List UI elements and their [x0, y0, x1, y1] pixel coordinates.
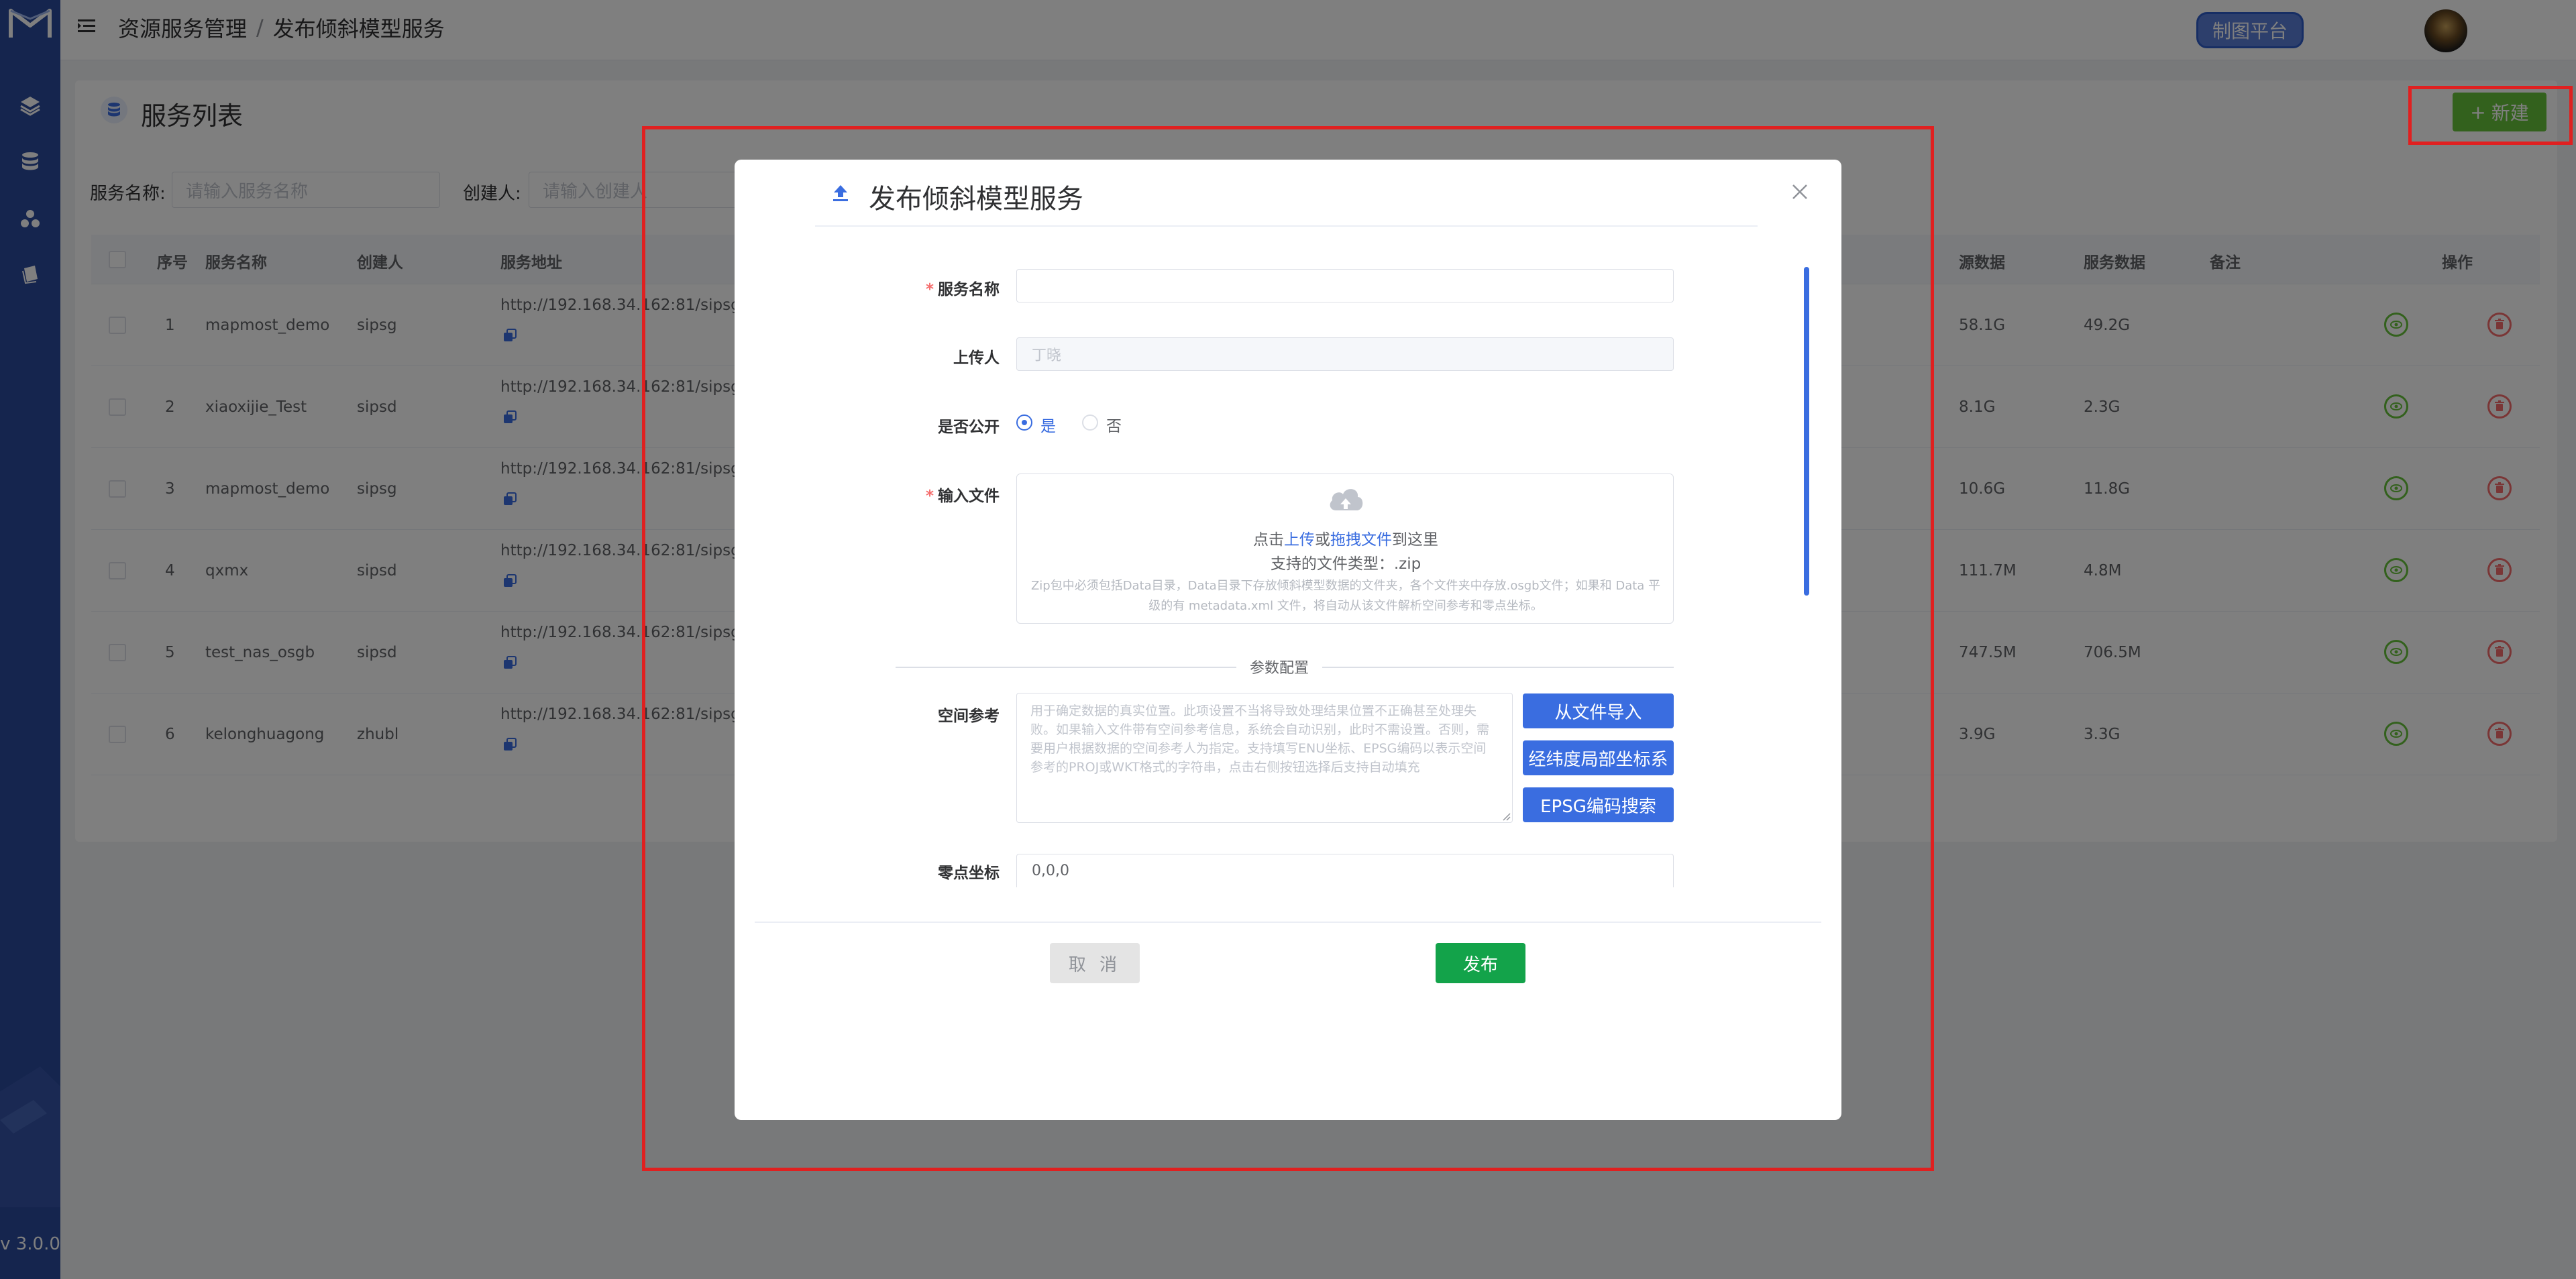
- params-divider-label: 参数配置: [1236, 656, 1323, 677]
- public-label: 是否公开: [938, 419, 1000, 436]
- uploader-label: 上传人: [953, 349, 1000, 367]
- footer-divider: [755, 922, 1821, 923]
- service-name-input[interactable]: [1016, 269, 1674, 302]
- spatial-ref-label: 空间参考: [938, 708, 1000, 725]
- epsg-search-button[interactable]: EPSG编码搜索: [1523, 787, 1674, 822]
- spatial-ref-placeholder: 用于确定数据的真实位置。此项设置不当将导致处理结果位置不正确甚至处理失败。如果输…: [1030, 704, 1490, 775]
- upload-hint: Zip包中必须包括Data目录，Data目录下存放倾斜模型数据的文件夹，各个文件…: [1030, 579, 1661, 613]
- publish-model-dialog: 发布倾斜模型服务 * 服务名称 上传人 丁晓 是否公开 是 否 * 输入文件 点击上…: [735, 160, 1841, 1120]
- drag-file-link[interactable]: 拖拽文件: [1330, 531, 1392, 549]
- cloud-upload-icon: [1330, 489, 1363, 510]
- latlon-local-crs-button[interactable]: 经纬度局部坐标系: [1523, 740, 1674, 775]
- annotation-highlight-new-button: [2408, 86, 2573, 145]
- input-file-label: * 输入文件: [925, 488, 1000, 505]
- cancel-button[interactable]: 取 消: [1050, 943, 1140, 983]
- dialog-title: 发布倾斜模型服务: [869, 184, 1083, 215]
- zero-point-label: 零点坐标: [938, 865, 1000, 882]
- publish-button[interactable]: 发布: [1436, 943, 1525, 983]
- service-name-label: * 服务名称: [925, 281, 1000, 298]
- import-from-file-button[interactable]: 从文件导入: [1523, 693, 1674, 728]
- upload-icon: [833, 185, 848, 201]
- uploader-input: 丁晓: [1016, 337, 1674, 371]
- title-divider: [815, 225, 1758, 227]
- public-yes-radio[interactable]: [1016, 414, 1032, 431]
- resize-handle-icon[interactable]: [1501, 812, 1511, 821]
- public-no-label[interactable]: 否: [1106, 413, 1122, 436]
- upload-link[interactable]: 上传: [1284, 531, 1315, 549]
- close-icon[interactable]: [1788, 180, 1812, 204]
- upload-instructions: 点击上传或拖拽文件到这里: [1253, 531, 1438, 549]
- public-no-radio[interactable]: [1082, 414, 1098, 431]
- public-yes-label[interactable]: 是: [1040, 413, 1056, 436]
- supported-types: 支持的文件类型：.zip: [1270, 555, 1421, 573]
- spatial-ref-textarea[interactable]: 用于确定数据的真实位置。此项设置不当将导致处理结果位置不正确甚至处理失败。如果输…: [1016, 693, 1513, 823]
- file-upload-dropzone[interactable]: 点击上传或拖拽文件到这里 支持的文件类型：.zip Zip包中必须包括Data目…: [1016, 474, 1674, 624]
- zero-point-input[interactable]: 0,0,0: [1016, 854, 1674, 887]
- dialog-scrollbar[interactable]: [1804, 267, 1809, 596]
